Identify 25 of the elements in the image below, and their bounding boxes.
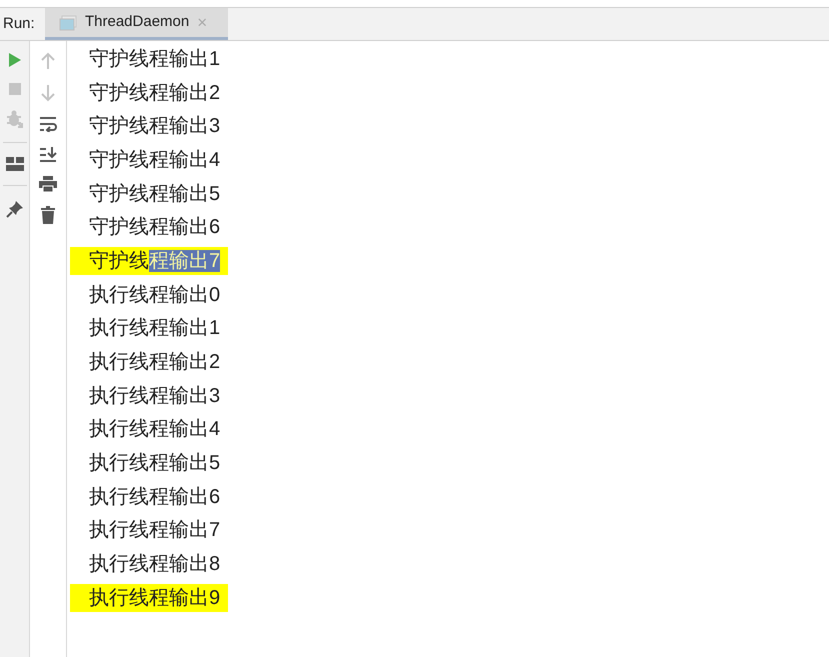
console-line: 守护线程输出3 [88,114,220,140]
console-line: 执行线程输出3 [88,384,220,409]
console-line: 执行线程输出4 [88,417,220,442]
run-label: Run: [2,14,36,34]
print-icon[interactable] [39,176,57,192]
layout-icon[interactable] [6,157,24,171]
tab-title: ThreadDaemon [85,12,190,32]
console-line: 执行线程输出5 [88,451,220,476]
scroll-to-end-icon[interactable] [39,146,57,162]
tab[interactable]: ThreadDaemon × [45,8,228,40]
console-line: 执行线程输出1 [88,316,220,342]
console-line: 守护线程输出4 [88,148,220,173]
console-icon [59,14,77,30]
console-line: 执行线程输出8 [88,552,220,578]
console-line: 守护线程输出5 [88,182,220,207]
console-line: 执行线程输出6 [88,484,220,510]
console-line: 守护线程输出1 [88,46,220,72]
console-line: 执行线程输出0 [88,282,220,308]
pin-icon[interactable] [6,200,24,218]
console-line: 守护线程输出2 [88,80,220,106]
console-line: 执行线程输出2 [88,350,220,376]
wrap-icon[interactable] [39,116,57,132]
console-line: 执行线程输出7 [88,518,220,544]
console-line: 守护线程输出6 [88,215,220,240]
trash-icon[interactable] [41,206,55,224]
